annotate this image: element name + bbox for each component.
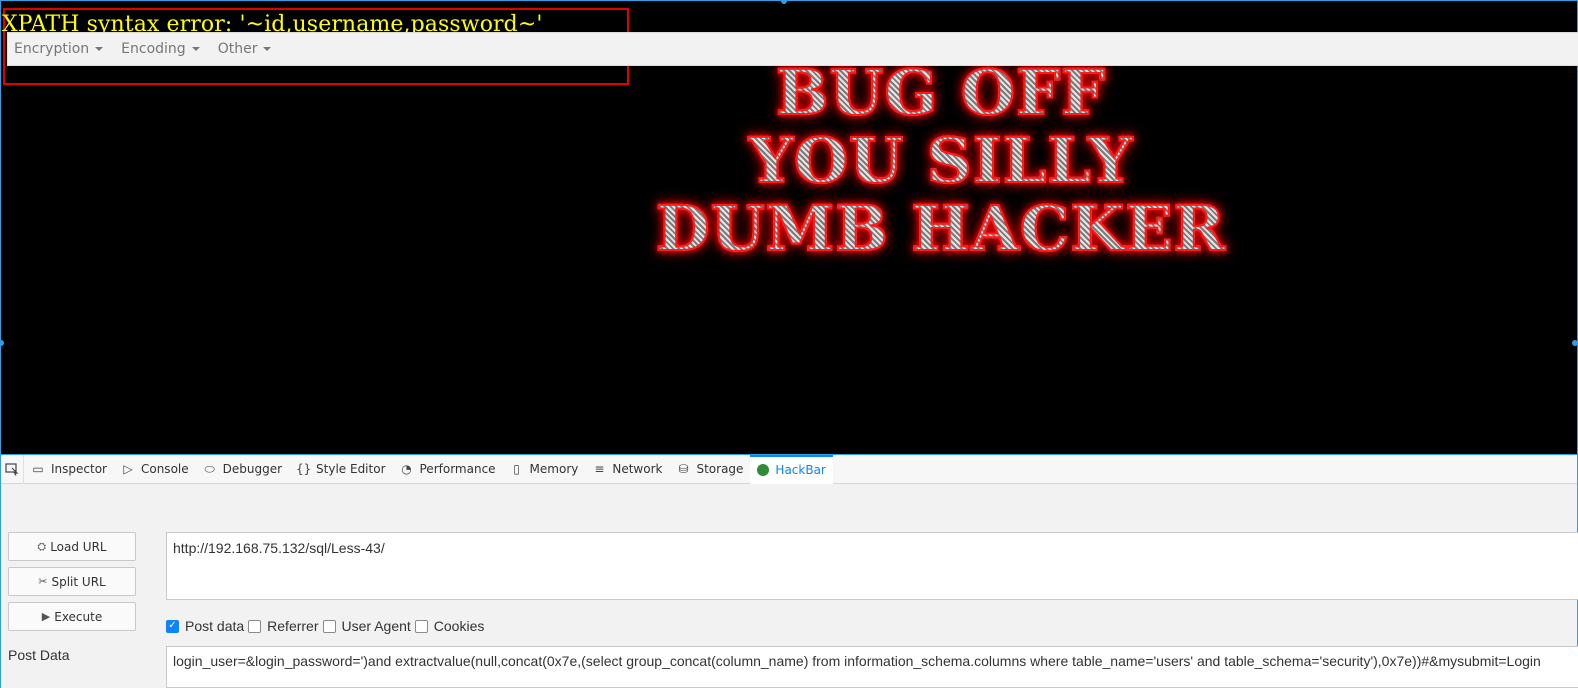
tab-storage[interactable]: ⛁ Storage [669, 455, 750, 484]
scissors-icon: ✂ [38, 575, 48, 588]
inspector-icon: ▭ [32, 462, 44, 476]
load-url-button[interactable]: ⛭ Load URL [8, 532, 136, 561]
tab-label: Network [612, 462, 663, 476]
storage-icon: ⛁ [678, 462, 689, 476]
performance-icon: ◔ [401, 462, 412, 476]
style-editor-icon: {} [296, 462, 312, 476]
load-icon: ⛭ [37, 539, 47, 553]
option-label: Post data [185, 618, 245, 634]
menu-label: Encryption [14, 41, 90, 57]
button-label: Execute [54, 609, 103, 624]
tab-style-editor[interactable]: {} Style Editor [289, 455, 392, 484]
menu-other[interactable]: Other [218, 41, 272, 57]
post-data-checkbox[interactable]: ✓ [166, 619, 179, 633]
request-options: ✓ Post data Referrer User Agent Cookies [166, 616, 488, 636]
menu-encryption[interactable]: Encryption [14, 41, 104, 57]
menu-encoding[interactable]: Encoding [121, 41, 200, 57]
banner-line: BUG OFF [621, 58, 1261, 128]
chevron-down-icon [95, 47, 104, 51]
devtools-tabbar: ▭ Inspector ▷ Console ⬭ Debugger {} Styl… [1, 454, 1577, 484]
resize-handle-left[interactable] [0, 340, 4, 346]
chevron-down-icon [263, 47, 272, 51]
resize-handle-top[interactable] [781, 0, 787, 4]
play-icon: ▶ [41, 610, 51, 623]
banner-line: YOU SILLY [621, 126, 1261, 196]
tab-debugger[interactable]: ⬭ Debugger [196, 455, 289, 484]
menu-label: Encoding [121, 41, 186, 57]
tab-label: HackBar [775, 463, 826, 477]
tab-label: Debugger [222, 462, 283, 476]
console-icon: ▷ [123, 462, 133, 476]
tab-inspector[interactable]: ▭ Inspector [24, 455, 114, 484]
button-label: Load URL [50, 539, 107, 554]
menu-label: Other [217, 41, 258, 57]
option-label: User Agent [341, 618, 411, 634]
post-data-label: Post Data [8, 647, 70, 663]
post-data-field[interactable]: login_user=&login_password=')and extract… [166, 646, 1578, 688]
tab-label: Style Editor [316, 462, 386, 476]
tab-label: Storage [696, 462, 744, 476]
split-url-button[interactable]: ✂ Split URL [8, 567, 136, 596]
tab-label: Performance [419, 462, 496, 476]
hackbar-menu: Encryption Encoding Other [7, 32, 1578, 66]
resize-handle-right[interactable] [1572, 340, 1578, 346]
chevron-down-icon [191, 47, 200, 51]
banner-line: DUMB HACKER [621, 194, 1261, 264]
tab-performance[interactable]: ◔ Performance [393, 455, 503, 484]
hacker-banner-image: BUG OFF YOU SILLY DUMB HACKER [621, 58, 1261, 264]
option-label: Referrer [267, 618, 319, 634]
user-agent-checkbox[interactable] [322, 619, 336, 633]
referrer-checkbox[interactable] [248, 619, 262, 633]
tab-memory[interactable]: ▯ Memory [503, 455, 586, 484]
button-label: Split URL [51, 574, 106, 589]
tab-label: Memory [529, 462, 579, 476]
network-icon: ≡ [594, 462, 605, 476]
tab-network[interactable]: ≡ Network [585, 455, 669, 484]
page-viewport: XPATH syntax error: '~id,username,passwo… [0, 0, 1578, 455]
debugger-icon: ⬭ [204, 461, 215, 476]
option-label: Cookies [433, 618, 485, 634]
tab-label: Console [140, 462, 189, 476]
tab-console[interactable]: ▷ Console [114, 455, 196, 484]
hackbar-icon [757, 464, 770, 476]
cookies-checkbox[interactable] [414, 619, 428, 633]
tab-hackbar[interactable]: HackBar [750, 454, 833, 484]
element-picker-icon[interactable] [1, 454, 24, 484]
memory-icon: ▯ [513, 462, 520, 476]
url-field[interactable]: http://192.168.75.132/sql/Less-43/ [166, 532, 1578, 600]
tab-label: Inspector [51, 462, 107, 476]
execute-button[interactable]: ▶ Execute [8, 602, 136, 631]
